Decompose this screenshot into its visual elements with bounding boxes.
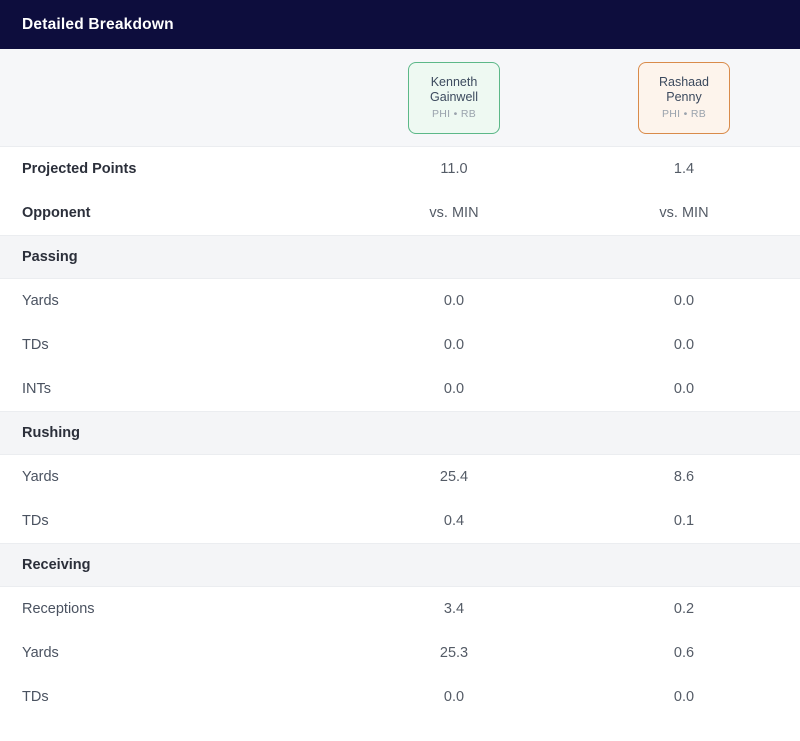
stat-label: Yards	[0, 293, 339, 309]
stat-value-player-1: 8.6	[569, 469, 799, 485]
stat-value-player-0: 0.4	[339, 513, 569, 529]
stat-label: Opponent	[0, 205, 339, 221]
stat-value-player-0: 11.0	[339, 161, 569, 177]
section-header-rushing: Rushing	[0, 411, 800, 455]
table-row: Projected Points 11.0 1.4	[0, 147, 800, 191]
table-row: INTs 0.0 0.0	[0, 367, 800, 411]
stat-value-player-1: 0.6	[569, 645, 799, 661]
stat-value-player-0: vs. MIN	[339, 205, 569, 221]
stat-value-player-0: 0.0	[339, 293, 569, 309]
stat-label: Yards	[0, 469, 339, 485]
stat-value-player-0: 25.3	[339, 645, 569, 661]
stat-value-player-0: 3.4	[339, 601, 569, 617]
section-header-passing: Passing	[0, 235, 800, 279]
stat-label: Yards	[0, 645, 339, 661]
section-header-receiving: Receiving	[0, 543, 800, 587]
stat-label: Receptions	[0, 601, 339, 617]
stat-value-player-1: vs. MIN	[569, 205, 799, 221]
stat-value-player-0: 25.4	[339, 469, 569, 485]
stat-value-player-1: 0.0	[569, 337, 799, 353]
player-name-line-2: Penny	[666, 90, 701, 105]
table-row: TDs 0.0 0.0	[0, 323, 800, 367]
section-title: Receiving	[0, 557, 339, 573]
table-row: Yards 0.0 0.0	[0, 279, 800, 323]
page-title: Detailed Breakdown	[22, 16, 174, 34]
player-team-position: PHI • RB	[662, 107, 706, 121]
stat-value-player-0: 0.0	[339, 337, 569, 353]
stat-label: TDs	[0, 337, 339, 353]
stat-value-player-1: 0.0	[569, 689, 799, 705]
table-row: Yards 25.3 0.6	[0, 631, 800, 675]
section-title: Rushing	[0, 425, 339, 441]
player-column-1: Rashaad Penny PHI • RB	[569, 62, 799, 134]
table-row: Receptions 3.4 0.2	[0, 587, 800, 631]
player-team-position: PHI • RB	[432, 107, 476, 121]
player-name-line-1: Kenneth	[431, 75, 478, 90]
detailed-breakdown-panel: Detailed Breakdown Kenneth Gainwell PHI …	[0, 0, 800, 741]
table-row: Yards 25.4 8.6	[0, 455, 800, 499]
stat-label: INTs	[0, 381, 339, 397]
stat-value-player-0: 0.0	[339, 689, 569, 705]
player-card-rashaad-penny[interactable]: Rashaad Penny PHI • RB	[638, 62, 730, 134]
player-column-0: Kenneth Gainwell PHI • RB	[339, 62, 569, 134]
table-row: TDs 0.4 0.1	[0, 499, 800, 543]
stat-value-player-1: 0.1	[569, 513, 799, 529]
panel-title-bar: Detailed Breakdown	[0, 0, 800, 49]
stat-value-player-1: 0.0	[569, 381, 799, 397]
player-name-line-1: Rashaad	[659, 75, 709, 90]
player-card-kenneth-gainwell[interactable]: Kenneth Gainwell PHI • RB	[408, 62, 500, 134]
stat-value-player-1: 0.2	[569, 601, 799, 617]
player-header-row: Kenneth Gainwell PHI • RB Rashaad Penny …	[0, 49, 800, 147]
stat-label: TDs	[0, 513, 339, 529]
stat-label: Projected Points	[0, 161, 339, 177]
stat-value-player-1: 1.4	[569, 161, 799, 177]
player-name-line-2: Gainwell	[430, 90, 478, 105]
stat-label: TDs	[0, 689, 339, 705]
table-row: Opponent vs. MIN vs. MIN	[0, 191, 800, 235]
stat-value-player-1: 0.0	[569, 293, 799, 309]
stat-value-player-0: 0.0	[339, 381, 569, 397]
table-row: TDs 0.0 0.0	[0, 675, 800, 719]
section-title: Passing	[0, 249, 339, 265]
